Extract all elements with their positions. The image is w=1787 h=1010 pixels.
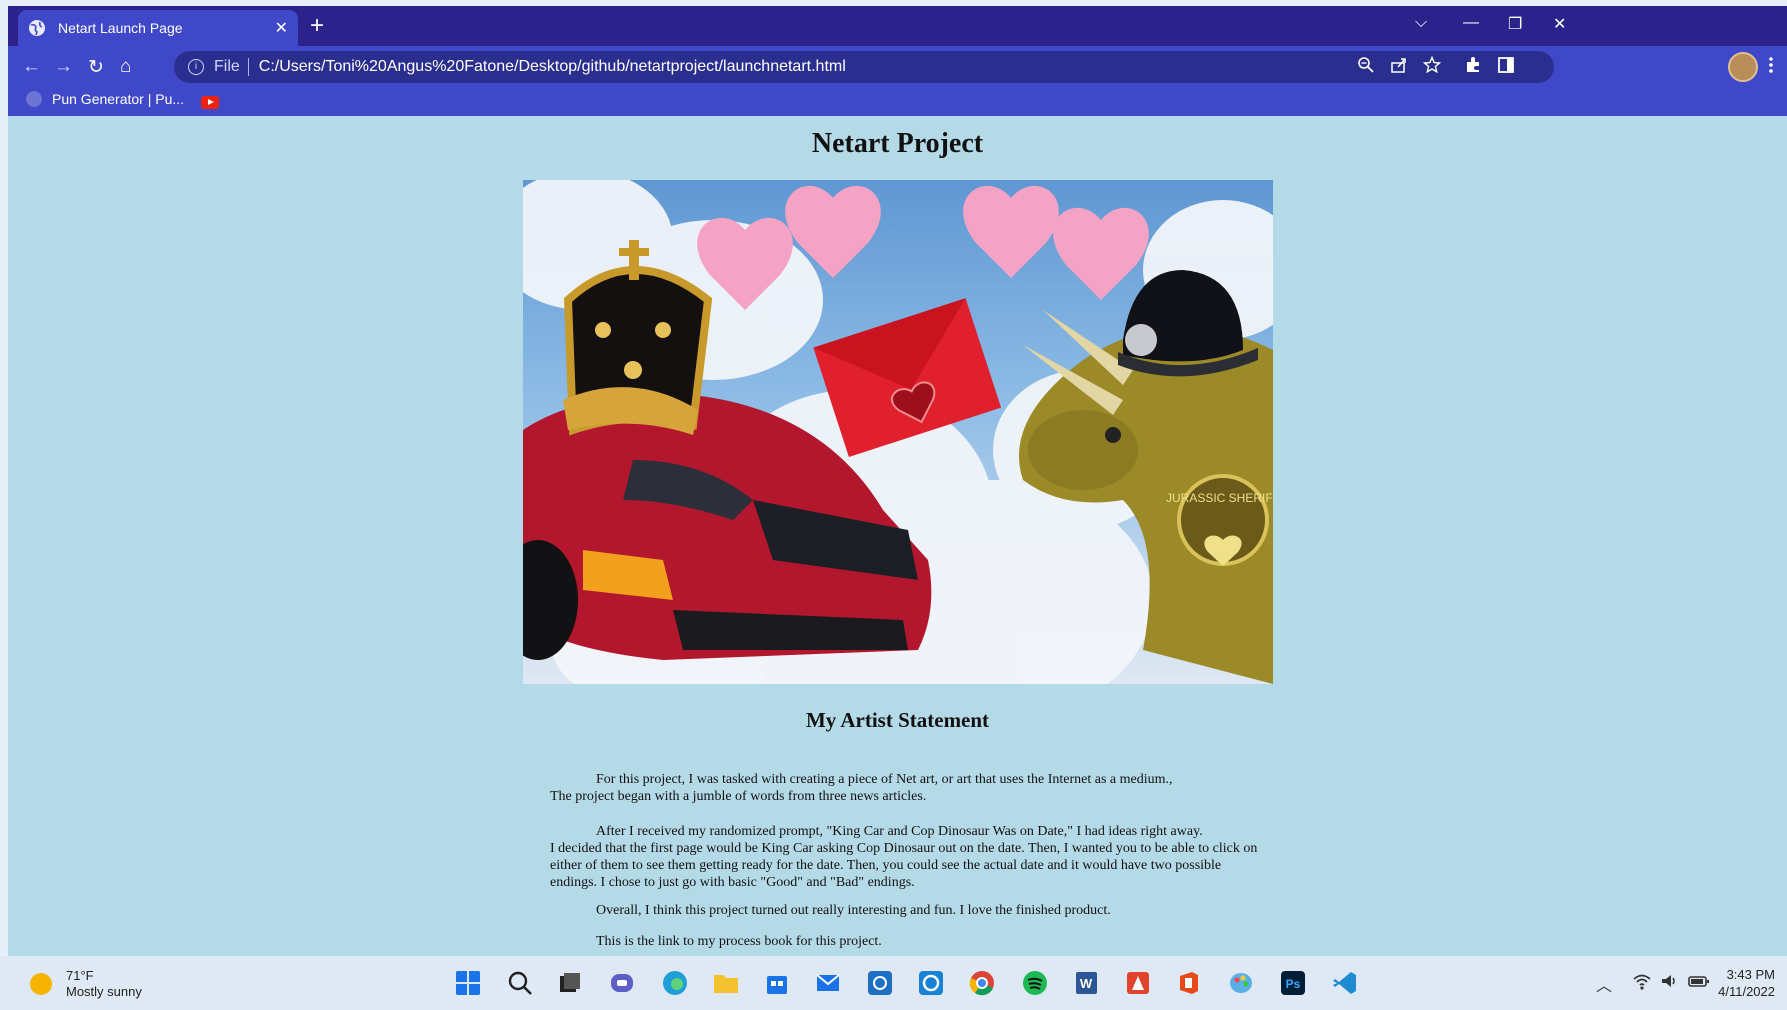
chrome-icon[interactable] [969, 970, 995, 996]
spotify-icon[interactable] [1022, 970, 1048, 996]
badge-text: JURASSIC SHERIFF [1166, 491, 1273, 505]
browser-toolbar: ← → ↻ ⌂ i File C:/Users/Toni%20Angus%20F… [8, 46, 1787, 88]
youtube-bookmark-icon[interactable] [201, 96, 219, 109]
statement-paragraph-1: For this project, I was tasked with crea… [550, 771, 1270, 805]
page-title: Netart Project [811, 128, 984, 159]
zoom-icon[interactable] [1357, 56, 1375, 74]
menu-kebab-icon[interactable] [1768, 56, 1774, 74]
home-button[interactable]: ⌂ [120, 56, 131, 78]
file-explorer-icon[interactable] [713, 970, 739, 996]
clock-time: 3:43 PM [1726, 967, 1775, 982]
forward-button[interactable]: → [54, 56, 73, 78]
system-clock[interactable]: 3:43 PM 4/11/2022 [1718, 966, 1775, 1000]
app-icon-blue-ring[interactable] [918, 970, 944, 996]
office-icon[interactable] [1176, 970, 1202, 996]
battery-icon[interactable] [1688, 972, 1710, 990]
title-bar: Netart Launch Page ✕ + ⌵ — ❐ ✕ [8, 6, 1787, 46]
minimize-button[interactable]: — [1463, 14, 1479, 32]
task-view-icon[interactable] [557, 970, 583, 996]
show-hidden-icons-chevron-icon[interactable]: ︿ [1596, 972, 1612, 996]
weather-widget[interactable]: 71°F Mostly sunny [30, 968, 142, 1000]
sun-cloud-icon [30, 973, 52, 995]
profile-avatar[interactable] [1728, 52, 1758, 82]
volume-icon[interactable] [1660, 972, 1678, 990]
vscode-icon[interactable] [1332, 970, 1358, 996]
reload-button[interactable]: ↻ [88, 56, 104, 79]
tab-close-icon[interactable]: ✕ [275, 18, 288, 38]
paragraph-3-lead: Overall, I think this project turned out… [596, 903, 1111, 918]
pun-generator-favicon-icon [26, 91, 42, 107]
search-icon[interactable] [507, 970, 533, 996]
tab-title: Netart Launch Page [58, 20, 183, 36]
browser-window: Netart Launch Page ✕ + ⌵ — ❐ ✕ ← → ↻ ⌂ i… [8, 6, 1787, 1010]
url-text[interactable]: C:/Users/Toni%20Angus%20Fatone/Desktop/g… [259, 58, 846, 76]
windows-taskbar: 71°F Mostly sunny W Ps ︿ 3:43 PM 4/11/20… [0, 956, 1787, 1010]
bookmark-pun-generator[interactable]: Pun Generator | Pu... [26, 91, 184, 107]
edge-browser-icon[interactable] [662, 970, 688, 996]
restore-button[interactable]: ❐ [1508, 14, 1522, 34]
wifi-icon[interactable] [1632, 972, 1652, 990]
weather-description: Mostly sunny [66, 984, 142, 999]
collage-drawing: JURASSIC SHERIFF [523, 180, 1273, 684]
tab-netart-launch-page[interactable]: Netart Launch Page ✕ [18, 10, 298, 46]
new-tab-button[interactable]: + [310, 14, 324, 38]
extensions-icon[interactable] [1464, 56, 1482, 74]
word-icon[interactable]: W [1073, 970, 1099, 996]
weather-temperature: 71°F [66, 968, 94, 983]
tab-search-dropdown-icon[interactable]: ⌵ [1415, 14, 1427, 32]
artist-statement-heading: My Artist Statement [805, 708, 990, 732]
bookmarks-bar: Pun Generator | Pu... [8, 88, 1787, 116]
back-button[interactable]: ← [22, 56, 41, 78]
netart-collage-image[interactable]: JURASSIC SHERIFF [523, 180, 1273, 684]
process-book-link-text[interactable]: This is the link to my process book for … [550, 933, 1270, 950]
paragraph-1-body: The project began with a jumble of words… [550, 789, 927, 804]
scheme-label: File [214, 58, 240, 75]
statement-paragraph-4: This is the link to my process book for … [550, 933, 1270, 950]
app-icon-blue-circle[interactable] [867, 970, 893, 996]
bookmark-label: Pun Generator | Pu... [52, 91, 185, 107]
close-window-button[interactable]: ✕ [1553, 14, 1566, 34]
clock-date: 4/11/2022 [1718, 984, 1775, 999]
paragraph-1-lead: For this project, I was tasked with crea… [596, 772, 1173, 787]
photoshop-icon[interactable]: Ps [1280, 970, 1306, 996]
bookmark-star-icon[interactable] [1423, 56, 1441, 74]
site-info-icon[interactable]: i [188, 59, 204, 75]
paragraph-2-lead: After I received my randomized prompt, "… [596, 824, 1203, 839]
globe-icon [29, 20, 45, 36]
mail-icon[interactable] [815, 970, 841, 996]
start-windows-icon[interactable] [455, 970, 481, 996]
address-divider [247, 58, 249, 76]
statement-paragraph-2: After I received my randomized prompt, "… [550, 823, 1270, 891]
paragraph-2-body: I decided that the first page would be K… [550, 841, 1258, 890]
side-panel-icon[interactable] [1497, 56, 1515, 74]
statement-paragraph-3: Overall, I think this project turned out… [550, 902, 1270, 919]
svg-text:W: W [1080, 976, 1093, 991]
share-icon[interactable] [1390, 56, 1408, 74]
svg-text:Ps: Ps [1286, 977, 1301, 991]
microsoft-store-icon[interactable] [764, 970, 790, 996]
web-page-content: Netart Project JURASSIC SHERIFF My Artis… [8, 116, 1787, 962]
address-bar[interactable]: i File C:/Users/Toni%20Angus%20Fatone/De… [174, 51, 1554, 83]
paint-icon[interactable] [1228, 970, 1254, 996]
teams-chat-icon[interactable] [609, 970, 635, 996]
acrobat-icon[interactable] [1125, 970, 1151, 996]
